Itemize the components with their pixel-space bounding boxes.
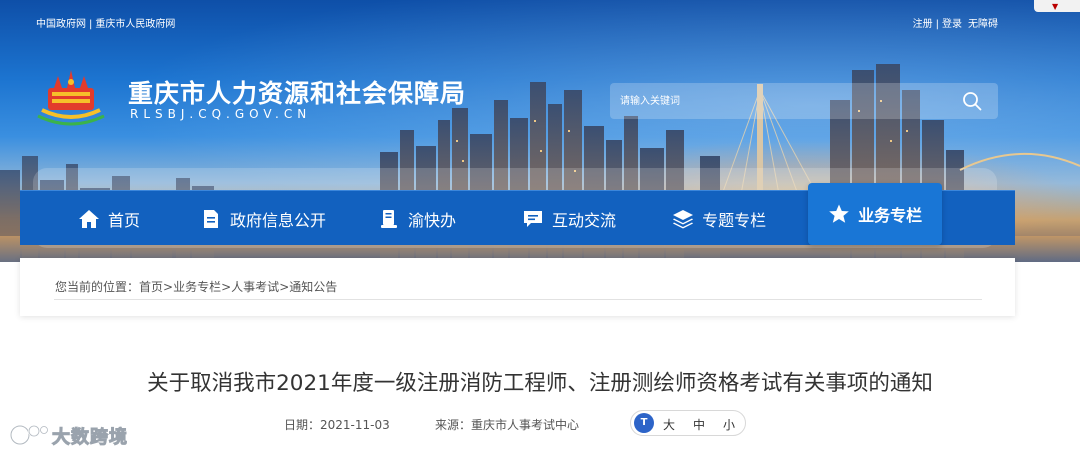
nav-label: 政府信息公开 (230, 210, 327, 230)
bureau-logo[interactable] (34, 66, 108, 126)
divider: | (935, 19, 939, 30)
site-title[interactable]: 重庆市人力资源和社会保障局 (128, 74, 466, 110)
top-links-right: 注册 | 登录 无障碍 (913, 15, 998, 30)
accessibility-link[interactable]: 无障碍 (968, 15, 998, 30)
font-size-icon: T (634, 413, 654, 433)
breadcrumb-link-notice[interactable]: 通知公告 (289, 278, 337, 295)
breadcrumb-card: 您当前的位置：首页>业务专栏>人事考试>通知公告 (20, 258, 1015, 316)
search-icon[interactable] (962, 91, 982, 111)
breadcrumb-link-home[interactable]: 首页 (139, 278, 163, 295)
chat-icon (524, 210, 543, 227)
nav-label: 首页 (108, 210, 141, 230)
nav-item-business[interactable]: 业务专栏 (808, 183, 943, 245)
article-title: 关于取消我市2021年度一级注册消防工程师、注册测绘师资格考试有关事项的通知 (147, 371, 933, 396)
source-label: 来源： (435, 418, 472, 432)
top-links-left: 中国政府网 | 重庆市人民政府网 (36, 15, 175, 30)
breadcrumb-prefix: 您当前的位置： (55, 280, 140, 294)
font-size-small-button[interactable]: 小 (723, 416, 735, 433)
register-link[interactable]: 注册 (913, 15, 933, 30)
breadcrumb-link-exam[interactable]: 人事考试 (231, 278, 279, 295)
link-china-gov[interactable]: 中国政府网 (36, 15, 86, 30)
date-value: 2021-11-03 (320, 418, 390, 432)
site-domain: RLSBJ.CQ.GOV.CN (130, 107, 312, 121)
search-box (610, 83, 998, 119)
breadcrumb: 您当前的位置：首页>业务专栏>人事考试>通知公告 (55, 278, 337, 295)
nav-label: 互动交流 (552, 210, 617, 230)
divider: | (89, 19, 93, 30)
nav-label: 专题专栏 (702, 210, 767, 230)
nav-item-special-topics[interactable]: 专题专栏 (672, 191, 766, 246)
font-size-control: T 大 中 小 (630, 410, 746, 436)
chevron-down-icon: ▼ (1052, 2, 1059, 11)
font-size-large-button[interactable]: 大 (663, 416, 675, 433)
service-icon (381, 209, 398, 228)
date-label: 日期： (284, 418, 321, 432)
breadcrumb-divider (54, 299, 982, 300)
nav-item-yukuaiban[interactable]: 渝快办 (378, 191, 456, 246)
nav-item-gov-info[interactable]: 政府信息公开 (200, 191, 326, 246)
nav-item-interaction[interactable]: 互动交流 (522, 191, 616, 246)
article-source: 来源：重庆市人事考试中心 (435, 416, 579, 433)
breadcrumb-separator: > (163, 280, 174, 294)
font-size-medium-button[interactable]: 中 (693, 416, 705, 433)
nav-item-home[interactable]: 首页 (78, 191, 140, 246)
source-value: 重庆市人事考试中心 (471, 418, 580, 432)
browser-dropdown-tab[interactable]: ▼ (1034, 0, 1080, 12)
nav-label: 业务专栏 (858, 206, 923, 225)
breadcrumb-link-business[interactable]: 业务专栏 (173, 278, 221, 295)
home-icon (79, 209, 99, 228)
login-link[interactable]: 登录 (942, 15, 962, 30)
star-icon (829, 204, 849, 223)
watermark-text: 大数跨境 (52, 427, 128, 449)
layers-icon (673, 209, 694, 228)
breadcrumb-separator: > (221, 280, 232, 294)
nav-label: 渝快办 (408, 210, 457, 230)
link-chongqing-gov[interactable]: 重庆市人民政府网 (95, 15, 175, 30)
document-icon (204, 209, 219, 228)
article-date: 日期：2021-11-03 (284, 416, 390, 433)
breadcrumb-separator: > (279, 280, 290, 294)
search-input[interactable] (620, 83, 950, 119)
main-nav: 首页 政府信息公开 渝快办 互动交流 专题专栏 业务专栏 (20, 183, 1015, 246)
